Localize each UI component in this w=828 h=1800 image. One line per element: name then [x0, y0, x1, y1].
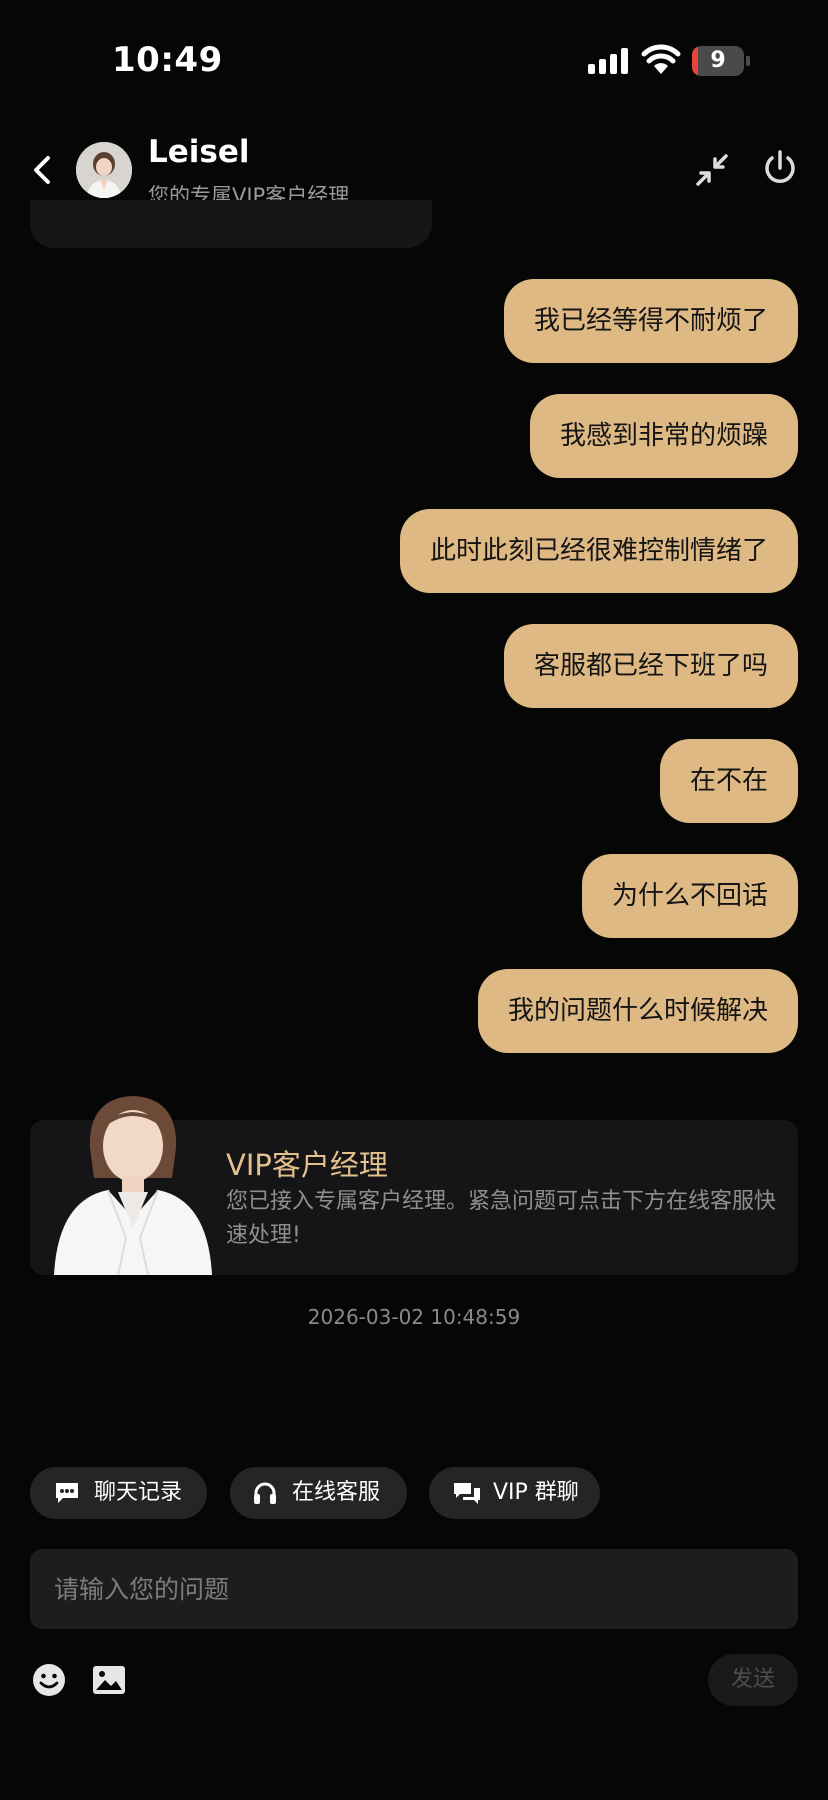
contact-name: Leisel — [148, 134, 250, 170]
group-chat-icon — [454, 1483, 480, 1504]
back-icon[interactable] — [26, 148, 60, 192]
power-icon[interactable] — [760, 148, 800, 188]
outgoing-message[interactable]: 为什么不回话 — [581, 854, 798, 938]
battery-level: 9 — [710, 48, 726, 73]
send-button[interactable]: 发送 — [708, 1654, 798, 1706]
outgoing-message[interactable]: 此时此刻已经很难控制情绪了 — [399, 509, 798, 593]
outgoing-message[interactable]: 在不在 — [659, 739, 798, 823]
vip-group-chat-button[interactable]: VIP 群聊 — [429, 1467, 600, 1519]
chat-bubble-icon — [56, 1483, 78, 1503]
previous-message-bubble — [30, 200, 432, 248]
outgoing-message[interactable]: 客服都已经下班了吗 — [503, 624, 798, 708]
status-bar: 10:49 9 — [0, 0, 828, 120]
wifi-icon — [641, 44, 681, 74]
chat-history-button[interactable]: 聊天记录 — [30, 1467, 207, 1519]
vip-manager-photo — [48, 1078, 218, 1275]
outgoing-message[interactable]: 我感到非常的烦躁 — [529, 394, 798, 478]
chat-history-label: 聊天记录 — [94, 1480, 183, 1505]
headset-icon — [254, 1482, 276, 1504]
minimize-icon[interactable] — [694, 152, 730, 188]
message-input[interactable] — [30, 1549, 798, 1629]
avatar[interactable] — [76, 142, 132, 198]
image-icon[interactable] — [92, 1665, 126, 1695]
online-service-label: 在线客服 — [292, 1480, 381, 1505]
vip-card-description: 您已接入专属客户经理。紧急问题可点击下方在线客服快速处理! — [226, 1189, 777, 1248]
emoji-icon[interactable] — [32, 1663, 66, 1697]
outgoing-message[interactable]: 我的问题什么时候解决 — [477, 969, 798, 1053]
battery-icon: 9 — [692, 46, 750, 76]
chat-header: Leisel 您的专属VIP客户经理 — [0, 130, 828, 210]
vip-group-chat-label: VIP 群聊 — [493, 1480, 579, 1505]
cellular-signal-icon — [588, 48, 630, 74]
online-service-button[interactable]: 在线客服 — [230, 1467, 407, 1519]
outgoing-message[interactable]: 我已经等得不耐烦了 — [503, 279, 798, 363]
vip-card-title: VIP客户经理 — [226, 1148, 388, 1182]
message-timestamp: 2026-03-02 10:48:59 — [307, 1305, 521, 1329]
status-time: 10:49 — [112, 40, 223, 80]
